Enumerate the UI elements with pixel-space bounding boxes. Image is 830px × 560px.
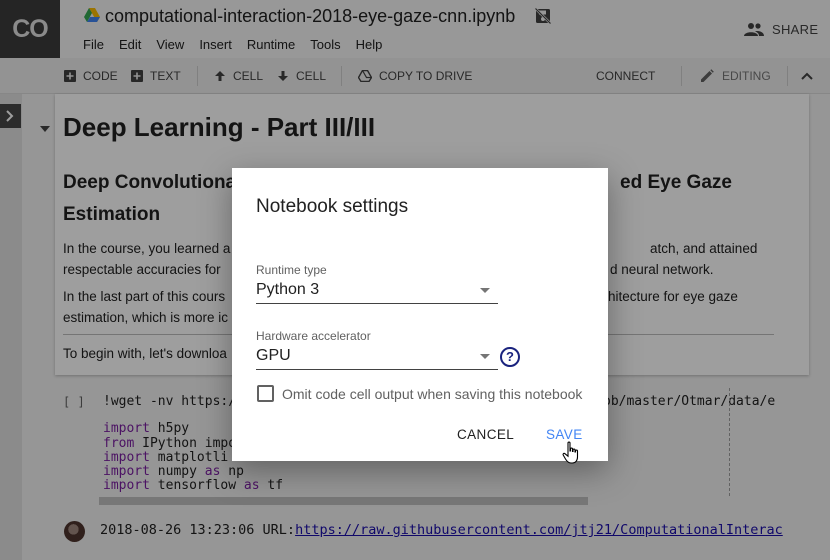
hardware-accelerator-select[interactable]: GPU xyxy=(256,342,498,370)
omit-output-checkbox[interactable] xyxy=(257,385,274,402)
runtime-type-select[interactable]: Python 3 xyxy=(256,276,498,304)
omit-output-label[interactable]: Omit code cell output when saving this n… xyxy=(282,386,582,402)
save-button[interactable]: SAVE xyxy=(546,427,583,442)
hardware-accelerator-value: GPU xyxy=(256,347,291,364)
cancel-button[interactable]: CANCEL xyxy=(457,427,514,442)
help-icon[interactable]: ? xyxy=(500,347,520,367)
runtime-type-value: Python 3 xyxy=(256,281,320,298)
runtime-type-label: Runtime type xyxy=(256,263,327,277)
dropdown-arrow-icon xyxy=(480,354,490,359)
hardware-accelerator-label: Hardware accelerator xyxy=(256,329,371,343)
dropdown-arrow-icon xyxy=(480,288,490,293)
dialog-title: Notebook settings xyxy=(256,196,409,217)
hand-cursor-icon xyxy=(562,441,579,464)
notebook-settings-dialog: Notebook settings Runtime type Python 3 … xyxy=(232,168,608,461)
